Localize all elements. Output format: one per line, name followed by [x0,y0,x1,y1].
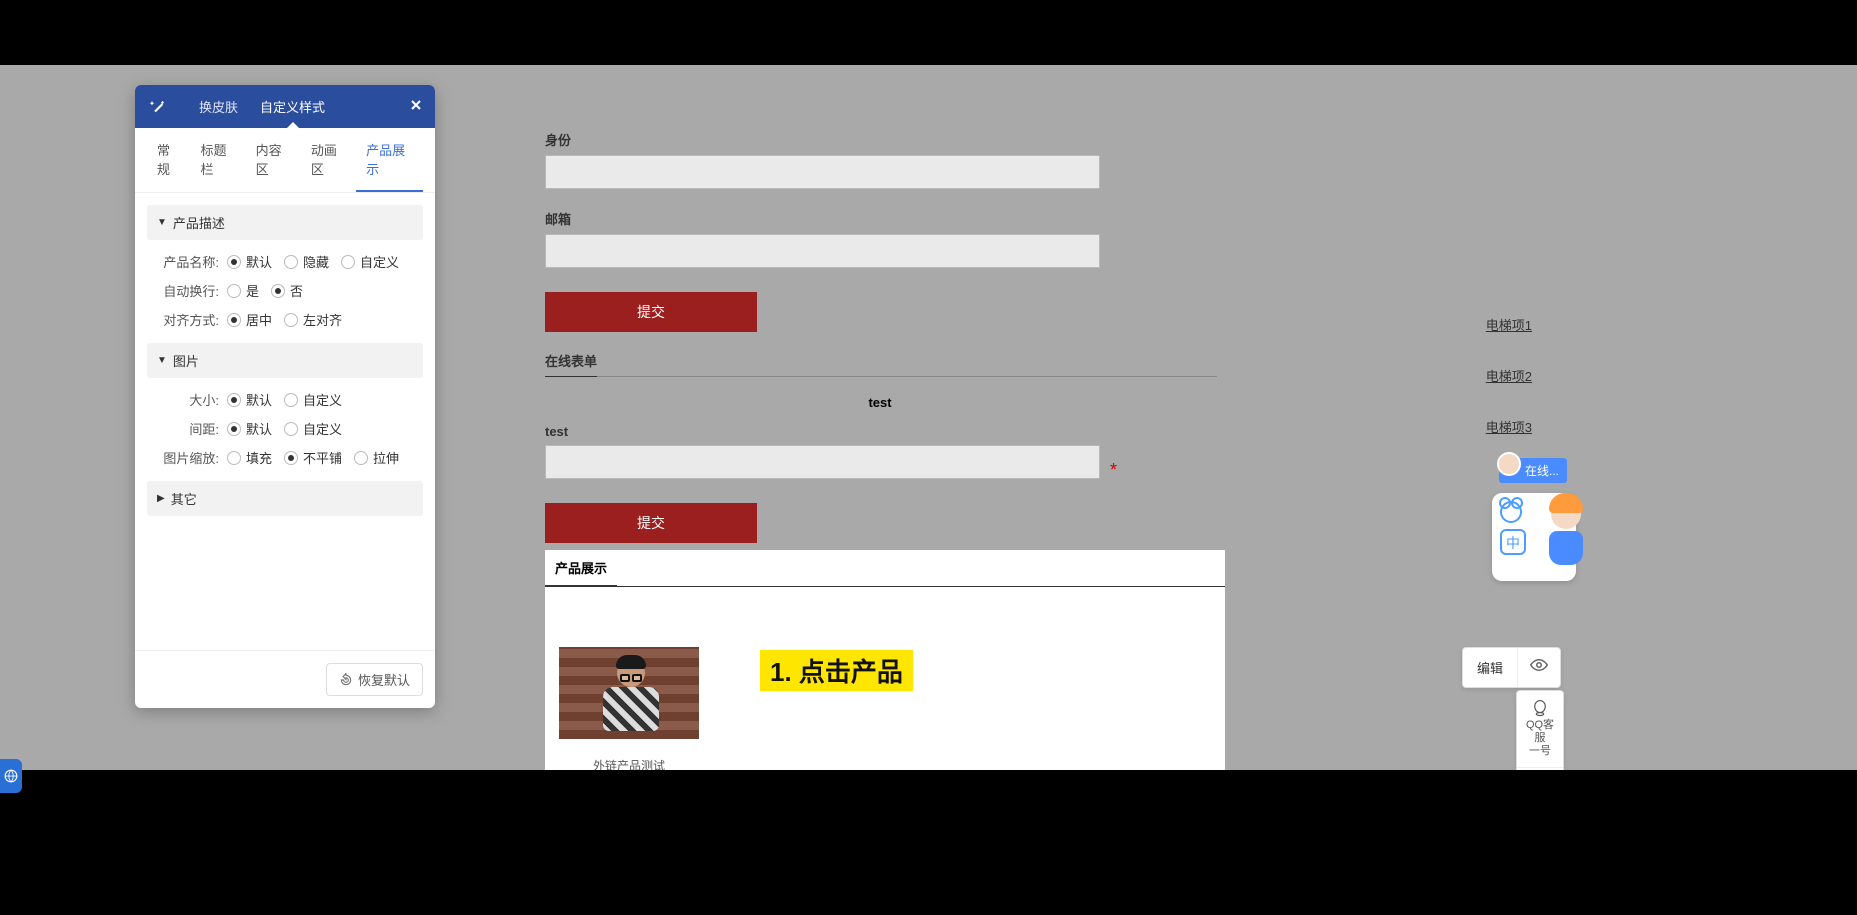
test-input[interactable] [545,445,1100,479]
section-other-title: 其它 [171,489,197,508]
elevator-nav: 电梯项1 电梯项2 电梯项3 [1486,315,1532,468]
panel-footer: 恢复默认 [135,650,435,708]
section-desc-title: 产品描述 [173,213,225,232]
product-section-title: 产品展示 [545,550,617,587]
subtab-general[interactable]: 常规 [147,128,190,192]
radio-wrap-yes[interactable]: 是 [227,281,259,300]
undo-icon [339,673,353,687]
close-icon [411,100,421,110]
radio-wrap-no[interactable]: 否 [271,281,303,300]
radio-scale-stretch[interactable]: 拉伸 [354,448,399,467]
row-align: 对齐方式: 居中 左对齐 [153,310,423,329]
mascot-character-icon [1544,499,1588,575]
align-label: 对齐方式: [153,310,219,329]
radio-name-default[interactable]: 默认 [227,252,272,271]
reset-defaults-button[interactable]: 恢复默认 [326,663,423,696]
cs-bubble-text: 在线... [1525,464,1559,478]
reset-button-label: 恢复默认 [358,670,410,689]
radio-align-center[interactable]: 居中 [227,310,272,329]
section-other[interactable]: ▶ 其它 [147,481,423,516]
panel-subtabs: 常规 标题栏 内容区 动画区 产品展示 [135,128,435,193]
left-drawer-handle[interactable] [0,759,22,793]
elevator-item-2[interactable]: 电梯项2 [1486,366,1532,385]
lang-zh-icon[interactable]: 中 [1500,529,1526,555]
header-tab-skin[interactable]: 换皮肤 [199,97,238,116]
online-form-title: 在线表单 [545,351,597,377]
row-gap: 间距: 默认 自定义 [153,419,423,438]
auto-wrap-label: 自动换行: [153,281,219,300]
panel-header[interactable]: 换皮肤 自定义样式 [135,85,435,128]
product-card[interactable]: 外链产品测试 [559,647,699,774]
product-image[interactable] [559,647,699,739]
preview-button[interactable] [1518,648,1560,687]
subtab-product[interactable]: 产品展示 [356,128,423,192]
mascot-widget[interactable]: 中 [1492,493,1576,581]
eye-icon [1530,658,1548,672]
radio-gap-custom[interactable]: 自定义 [284,419,342,438]
section-image-title: 图片 [173,351,199,370]
radio-scale-fill[interactable]: 填充 [227,448,272,467]
radio-size-custom[interactable]: 自定义 [284,390,342,409]
letterbox-bottom [0,770,1857,915]
close-panel-button[interactable] [411,97,421,113]
header-tab-custom[interactable]: 自定义样式 [260,97,325,116]
row-product-name: 产品名称: 默认 隐藏 自定义 [153,252,423,271]
section-image[interactable]: ▼ 图片 [147,343,423,378]
test-heading: test [545,395,1215,410]
subtab-content[interactable]: 内容区 [246,128,301,192]
subtab-animation[interactable]: 动画区 [301,128,356,192]
test-field-label: test [545,424,1225,439]
required-star-icon: * [1110,460,1117,480]
letterbox-top [0,0,1857,65]
radio-name-custom[interactable]: 自定义 [341,252,399,271]
tutorial-annotation: 1. 点击产品 [760,650,913,691]
edit-button[interactable]: 编辑 [1463,648,1518,687]
submit-button-1[interactable]: 提交 [545,292,757,332]
identity-input[interactable] [545,155,1100,189]
product-section-divider [545,586,1225,587]
elevator-item-3[interactable]: 电梯项3 [1486,417,1532,436]
qq-service-button[interactable]: QQ客服 一号 [1517,691,1563,767]
caret-right-icon: ▶ [157,493,165,504]
main-form-area: 身份 邮箱 提交 在线表单 test test * 提交 [545,130,1225,543]
section-product-desc[interactable]: ▼ 产品描述 [147,205,423,240]
radio-size-default[interactable]: 默认 [227,390,272,409]
radio-name-hide[interactable]: 隐藏 [284,252,329,271]
product-name-label: 产品名称: [153,252,219,271]
row-size: 大小: 默认 自定义 [153,390,423,409]
size-label: 大小: [153,390,219,409]
row-auto-wrap: 自动换行: 是 否 [153,281,423,300]
email-input[interactable] [545,234,1100,268]
radio-gap-default[interactable]: 默认 [227,419,272,438]
panel-body: ▼ 产品描述 产品名称: 默认 隐藏 自定义 自动换行: 是 否 对齐方式: 居… [135,193,435,650]
elevator-item-1[interactable]: 电梯项1 [1486,315,1532,334]
caret-down-icon: ▼ [157,217,167,228]
style-settings-panel: 换皮肤 自定义样式 常规 标题栏 内容区 动画区 产品展示 ▼ 产品描述 产品名… [135,85,435,708]
radio-align-left[interactable]: 左对齐 [284,310,342,329]
email-label: 邮箱 [545,209,1225,228]
row-scale: 图片缩放: 填充 不平铺 拉伸 [153,448,423,467]
wand-icon [149,98,167,116]
identity-label: 身份 [545,130,1225,149]
submit-button-2[interactable]: 提交 [545,503,757,543]
radio-scale-norepeat[interactable]: 不平铺 [284,448,342,467]
cs-avatar-icon [1497,452,1521,476]
qq-icon [1531,699,1549,717]
caret-down-icon: ▼ [157,355,167,366]
customer-service-bubble[interactable]: 在线... [1499,458,1567,483]
bear-icon [1500,501,1522,523]
edit-preview-toggle: 编辑 [1462,647,1561,688]
scale-label: 图片缩放: [153,448,219,467]
globe-icon [4,769,18,783]
gap-label: 间距: [153,419,219,438]
section-divider [545,376,1217,377]
subtab-titlebar[interactable]: 标题栏 [190,128,245,192]
qq-service-label: QQ客服 一号 [1526,719,1554,757]
